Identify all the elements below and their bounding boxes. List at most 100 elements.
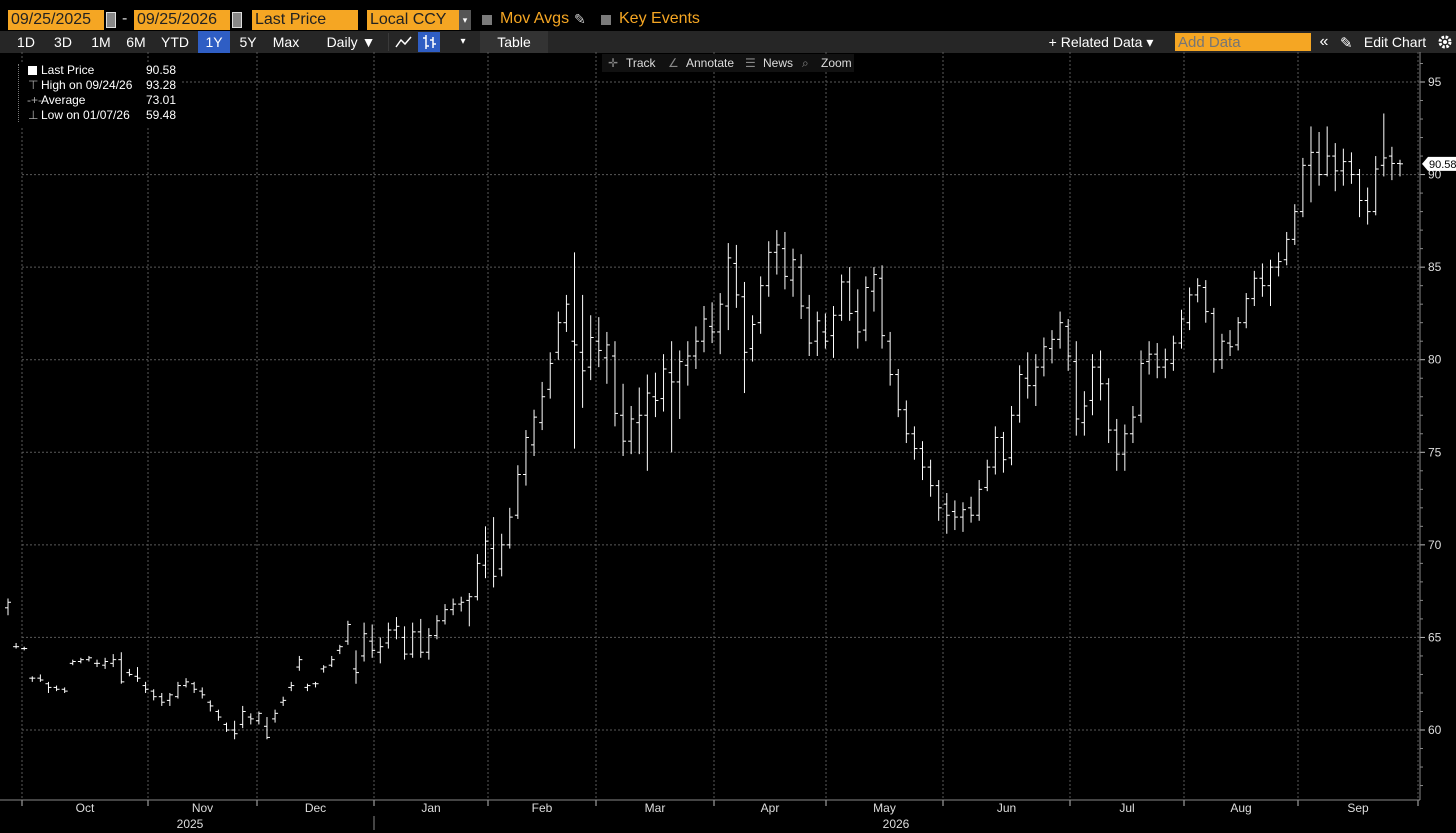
pencil-icon[interactable]: ✎: [574, 11, 586, 28]
ohlc-bar: [652, 372, 659, 418]
bar-chart-icon[interactable]: [418, 32, 440, 52]
collapse-icon[interactable]: «: [1314, 31, 1334, 53]
ohlc-bar: [102, 657, 109, 669]
start-calendar-icon[interactable]: [106, 12, 116, 28]
ohlc-bar: [1186, 287, 1193, 331]
key-events-label[interactable]: Key Events: [619, 10, 700, 28]
ohlc-bar: [644, 374, 651, 471]
ohlc-bar: [587, 315, 594, 381]
ohlc-bar: [304, 683, 311, 692]
period-button-6m[interactable]: 6M: [120, 31, 152, 53]
ohlc-bar: [992, 426, 999, 475]
track-tool[interactable]: Track: [626, 56, 656, 70]
ohlc-bar: [183, 678, 190, 688]
ohlc-bar: [611, 341, 618, 427]
ohlc-bar: [514, 465, 521, 519]
key-events-checkbox[interactable]: [601, 15, 611, 25]
x-month-label: Feb: [532, 801, 553, 815]
ohlc-bar: [1332, 143, 1339, 192]
x-month-label: Aug: [1230, 801, 1251, 815]
chart-type-dropdown-icon[interactable]: ▾: [452, 31, 474, 53]
annotate-icon[interactable]: ∠: [668, 56, 679, 70]
last-price-tag-label: 90.58: [1429, 159, 1456, 171]
ohlc-bar: [879, 265, 886, 349]
currency-selector[interactable]: Local CCY: [367, 10, 459, 30]
news-icon[interactable]: ☰: [745, 56, 756, 70]
ohlc-bar: [361, 622, 368, 662]
mov-avgs-label[interactable]: Mov Avgs: [500, 10, 569, 28]
ohlc-bar: [741, 281, 748, 394]
crosshair-icon[interactable]: ✛: [608, 56, 618, 70]
frequency-selector[interactable]: Daily ▼: [318, 31, 384, 53]
ohlc-bar: [846, 267, 853, 321]
gear-icon[interactable]: [1436, 32, 1454, 52]
ohlc-bar: [425, 628, 432, 660]
news-tool[interactable]: News: [763, 56, 793, 70]
y-tick-label: 65: [1428, 630, 1442, 644]
ohlc-bar: [401, 626, 408, 660]
x-month-label: Nov: [192, 801, 213, 815]
end-calendar-icon[interactable]: [232, 12, 242, 28]
ohlc-bar: [280, 696, 287, 706]
price-chart[interactable]: 6065707580859095Oct Nov Dec Jan Feb Mar Apr May…: [0, 52, 1456, 833]
mov-avgs-checkbox[interactable]: [482, 15, 492, 25]
annotate-tool[interactable]: Annotate: [686, 56, 734, 70]
edit-chart-button[interactable]: Edit Chart: [1360, 31, 1430, 53]
ohlc-bar: [1291, 204, 1298, 245]
ohlc-bar: [1364, 187, 1371, 225]
ohlc-bar: [45, 681, 52, 693]
x-month-label: Jul: [1119, 801, 1134, 815]
period-button-1y[interactable]: 1Y: [198, 31, 230, 53]
ohlc-bar: [1081, 391, 1088, 436]
ohlc-bar: [1340, 148, 1347, 186]
period-button-1d[interactable]: 1D: [8, 31, 44, 53]
end-date-input[interactable]: 09/25/2026: [134, 10, 230, 30]
ohlc-bar: [628, 406, 635, 455]
ohlc-bar: [701, 306, 707, 353]
ohlc-bar: [1235, 317, 1242, 351]
ohlc-bar: [199, 687, 206, 699]
y-tick-label: 85: [1428, 260, 1442, 274]
table-button[interactable]: Table: [480, 31, 548, 53]
period-button-3d[interactable]: 3D: [44, 31, 82, 53]
ohlc-bar: [1040, 337, 1047, 377]
edit-pencil-icon[interactable]: ✎: [1340, 34, 1353, 52]
start-date-input[interactable]: 09/25/2025: [8, 10, 104, 30]
zoom-tool[interactable]: Zoom: [821, 56, 852, 70]
period-button-ytd[interactable]: YTD: [152, 31, 198, 53]
ohlc-bar: [1210, 307, 1217, 373]
ohlc-bar: [158, 692, 165, 706]
x-month-label: Oct: [76, 801, 95, 815]
ohlc-bar: [191, 681, 198, 693]
field-selector[interactable]: Last Price: [252, 10, 358, 30]
ohlc-bar: [1000, 431, 1007, 473]
x-month-label: May: [873, 801, 896, 815]
ohlc-bar: [417, 618, 424, 658]
period-button-max[interactable]: Max: [266, 31, 306, 53]
ohlc-bar: [1299, 157, 1306, 218]
currency-dropdown-icon[interactable]: ▾: [459, 10, 471, 30]
ohlc-bar: [1283, 231, 1290, 266]
x-year-label: 2025: [177, 817, 204, 831]
x-month-label: Sep: [1347, 801, 1369, 815]
chart-legend: Last Price 90.58 ⊤ High on 09/24/26 93.2…: [14, 62, 182, 126]
ohlc-bar: [1162, 348, 1169, 379]
zoom-icon[interactable]: ⌕: [802, 56, 809, 71]
ohlc-bar: [1316, 131, 1323, 186]
related-data-button[interactable]: + Related Data ▾: [1036, 31, 1166, 53]
axis-labels: 6065707580859095Oct Nov Dec Jan Feb Mar Apr May…: [76, 75, 1456, 831]
ohlc-bar: [757, 276, 764, 334]
add-data-input[interactable]: [1175, 33, 1311, 51]
ohlc-bar: [1024, 352, 1031, 399]
chart-tools-bar: ✛ Track ∠ Annotate ☰ News ⌕ Zoom: [602, 54, 854, 72]
legend-tree-line: [18, 64, 20, 122]
ohlc-bar: [636, 387, 643, 455]
ohlc-bar: [692, 326, 699, 369]
x-month-label: Dec: [305, 801, 326, 815]
ohlc-bar: [660, 354, 667, 412]
line-chart-icon[interactable]: [394, 32, 414, 52]
ohlc-bar: [911, 426, 918, 460]
period-button-1m[interactable]: 1M: [82, 31, 120, 53]
period-button-5y[interactable]: 5Y: [230, 31, 266, 53]
ohlc-bar: [450, 598, 457, 616]
